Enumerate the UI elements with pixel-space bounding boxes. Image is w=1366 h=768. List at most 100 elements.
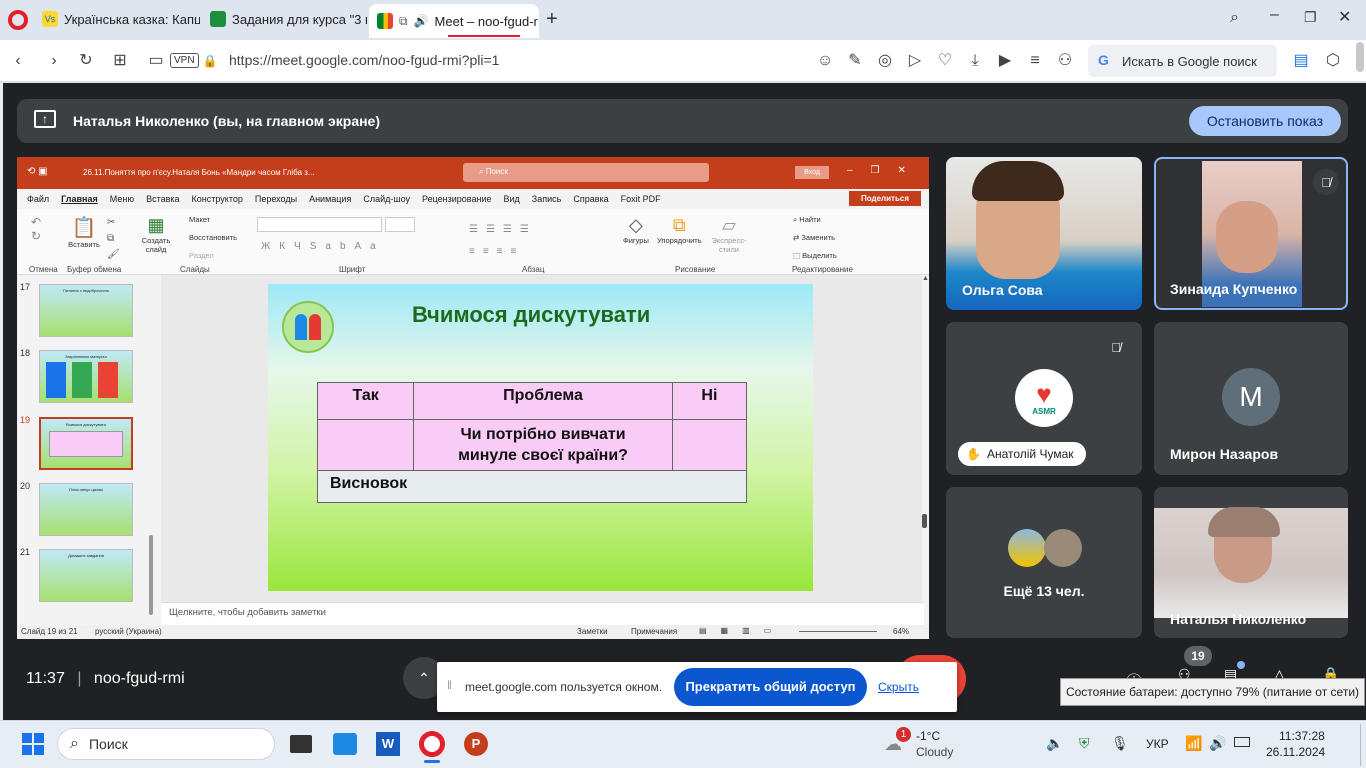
slide-thumbnail-19[interactable]: Вчимося дискутувати [39,417,133,470]
task-view-icon[interactable] [290,735,312,753]
wifi-icon[interactable]: 📶 [1185,735,1202,752]
download-icon[interactable]: ⤓ [965,52,985,70]
minimize-icon[interactable]: – [1270,6,1279,24]
slide-thumbnail-21[interactable]: Домашнє завдання [39,549,133,602]
windows-start-icon[interactable] [22,733,44,755]
maximize-icon[interactable]: ❐ [1304,9,1317,26]
font-size-dropdown[interactable] [385,217,415,232]
cut-copy-icons[interactable]: ✂ ⧉ 🖌 [107,215,120,263]
sidebar-icon[interactable]: ▤ [1291,52,1311,70]
menu-menu[interactable]: Меню [110,194,134,204]
canvas-scroll-thumb[interactable] [922,514,927,528]
screenshot-icon[interactable]: ◎ [875,52,895,70]
menu-icon[interactable]: ≡ [1025,52,1045,70]
stop-presenting-button[interactable]: Остановить показ [1189,106,1341,136]
participant-tile-2[interactable]: 🎙̸ Зинаида Купченко [1154,157,1348,310]
browser-tab-meet[interactable]: ⧉ 🔊 Meet – noo-fgud-r [369,4,539,38]
back-icon[interactable]: ‹ [8,52,28,70]
keyboard-language[interactable]: УКР [1146,737,1169,751]
discussion-table[interactable]: Так Проблема Ні Чи потрібно вивчати мину… [316,382,748,503]
send-icon[interactable]: ▷ [905,52,925,70]
notes-area[interactable]: Щелкните, чтобы добавить заметки [161,602,924,626]
comments-toggle[interactable]: Примечания [631,627,677,636]
menu-transitions[interactable]: Переходы [255,194,297,204]
forward-icon[interactable]: › [44,52,64,70]
extensions-icon[interactable]: ⬡ [1323,52,1343,70]
font-name-dropdown[interactable] [257,217,382,232]
store-icon[interactable] [333,733,357,755]
speed-dial-icon[interactable]: ⊞ [110,52,130,70]
taskbar-search[interactable]: ⌕ Поиск [57,728,275,760]
participant-tile-more[interactable]: Ещё 13 чел. [946,487,1142,638]
url-field[interactable]: https://meet.google.com/noo-fgud-rmi?pli… [229,52,499,68]
clock-time[interactable]: 11:37:28 [1279,729,1325,743]
word-icon[interactable]: W [376,732,400,756]
menu-review[interactable]: Рецензирование [422,194,492,204]
powerpoint-icon[interactable]: P [464,732,488,756]
ppt-share-button[interactable]: Поделиться [849,191,921,206]
reload-icon[interactable]: ↻ [76,52,96,70]
ppt-signin-button[interactable]: Вход [795,166,829,179]
ppt-autosave-icon[interactable]: ⟲ ▣ [27,166,48,177]
menu-record[interactable]: Запись [532,194,562,204]
menu-slideshow[interactable]: Слайд-шоу [363,194,410,204]
camera-icon[interactable]: ▭ [146,52,166,70]
participant-tile-4[interactable]: M Мирон Назаров [1154,322,1348,475]
zoom-level[interactable]: 64% [893,627,909,636]
arrange-button[interactable]: ⧉ Упорядочить [657,215,702,245]
vpn-badge[interactable]: VPN [170,53,199,68]
menu-animation[interactable]: Анимация [309,194,351,204]
ppt-search-box[interactable]: ⌕ Поиск [463,163,709,182]
shapes-button[interactable]: ◇ Фигуры [623,215,649,245]
participant-tile-1[interactable]: Ольга Сова [946,157,1142,310]
speaker-icon[interactable]: 🔊 [414,14,429,28]
menu-view[interactable]: Вид [504,194,520,204]
browser-tab-2[interactable]: Задания для курса "3 кла [202,6,367,32]
thumbs-scrollbar[interactable] [149,535,153,615]
paragraph-icons[interactable]: ☰☰☰☰ ≡≡≡≡ [469,219,537,263]
participant-tile-3[interactable]: 🎙̸ ♥ ASMR ✋ Анатолій Чумак [946,322,1142,475]
menu-foxit[interactable]: Foxit PDF [621,194,661,204]
close-icon[interactable]: ✕ [1338,7,1351,27]
heart-icon[interactable]: ♡ [935,52,955,70]
menu-design[interactable]: Конструктор [192,194,243,204]
font-format-icons[interactable]: ЖКЧSabAa [261,241,385,252]
find-button[interactable]: ⌕ Найти [793,215,821,225]
profile-icon[interactable]: ⚇ [1055,52,1075,70]
express-styles-button[interactable]: ▱ Экспресс-стили [711,215,747,254]
battery-icon[interactable] [1234,737,1250,747]
google-search-field[interactable]: G Искать в Google поиск [1088,45,1277,77]
slide-thumbnail-20[interactable]: Плюс мінус цікаво [39,483,133,536]
bluetooth-icon[interactable]: 🎙 [1111,735,1129,752]
restore-button[interactable]: Восстановить [189,233,237,242]
layout-button[interactable]: Макет [189,215,210,224]
drag-handle-icon[interactable]: ‖ [447,678,452,692]
show-desktop[interactable] [1360,724,1364,766]
new-slide-button[interactable]: ▦ Создать слайд [141,215,171,254]
menu-help[interactable]: Справка [573,194,608,204]
edit-icon[interactable]: ✎ [845,52,865,70]
new-tab-icon[interactable]: + [546,8,558,31]
participant-tile-self[interactable]: Наталья Николенко [1154,487,1348,638]
notes-toggle[interactable]: Заметки [577,627,608,636]
view-buttons[interactable]: ▤▦▥▭ [699,626,785,635]
snapshot-icon[interactable]: ☺ [815,52,835,70]
canvas-scrollbar[interactable]: ▲ [922,275,929,605]
replace-button[interactable]: ⇄ Заменить [793,233,835,242]
stop-sharing-button[interactable]: Прекратить общий доступ [674,668,867,706]
security-icon[interactable]: ⛨ [1079,735,1090,752]
browser-tab-1[interactable]: Vs Українська казка: Капці д [34,6,200,32]
opera-logo-icon[interactable] [8,10,28,30]
menu-insert[interactable]: Вставка [146,194,179,204]
ppt-window-controls[interactable]: –❐✕ [847,165,924,176]
select-button[interactable]: ⬚ Выделить [793,251,837,260]
opera-taskbar-icon[interactable] [419,731,445,757]
volume-muted-icon[interactable]: 🔈 [1046,735,1063,752]
paste-button[interactable]: 📋 Вставить [67,215,101,249]
menu-home[interactable]: Главная [61,194,98,204]
slide-thumbnail-18[interactable]: Закріплюємо матеріал [39,350,133,403]
player-icon[interactable]: ▶ [995,52,1015,70]
zoom-slider[interactable] [799,631,877,632]
clock-date[interactable]: 26.11.2024 [1266,745,1325,759]
scrollbar[interactable] [1356,42,1364,72]
